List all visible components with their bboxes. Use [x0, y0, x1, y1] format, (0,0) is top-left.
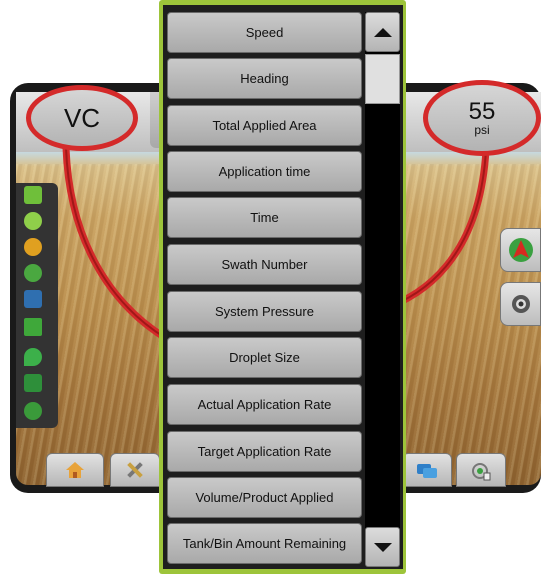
- menu-item-actual-application-rate[interactable]: Actual Application Rate: [167, 384, 362, 425]
- camera-icon: [511, 295, 530, 313]
- pressure-unit: psi: [474, 123, 490, 137]
- chevron-up-icon: [373, 27, 392, 37]
- home-tab[interactable]: [46, 453, 104, 487]
- scroll-down-button[interactable]: [365, 527, 400, 567]
- tools-icon: [127, 462, 143, 478]
- data-icon: [417, 464, 437, 478]
- section-icon[interactable]: [24, 264, 42, 282]
- menu-item-total-applied-area[interactable]: Total Applied Area: [167, 105, 362, 146]
- droplet-icon[interactable]: [24, 348, 42, 366]
- pressure-value: 55: [468, 98, 496, 125]
- link-icon[interactable]: [24, 402, 42, 420]
- menu-item-target-application-rate[interactable]: Target Application Rate: [167, 431, 362, 472]
- boom-status-icon[interactable]: [24, 186, 42, 204]
- bin-icon[interactable]: [24, 290, 42, 308]
- left-readout-value: VC: [63, 102, 101, 133]
- home-icon: [66, 462, 84, 478]
- chevron-down-icon: [373, 542, 392, 552]
- target-icon[interactable]: [24, 238, 42, 256]
- menu-item-speed[interactable]: Speed: [167, 12, 362, 53]
- menu-item-volume-product-applied[interactable]: Volume/Product Applied: [167, 477, 362, 518]
- scroll-up-button[interactable]: [365, 12, 400, 52]
- menu-item-heading[interactable]: Heading: [167, 58, 362, 99]
- menu-item-swath-number[interactable]: Swath Number: [167, 244, 362, 285]
- camera-button[interactable]: [500, 282, 541, 326]
- menu-item-system-pressure[interactable]: System Pressure: [167, 291, 362, 332]
- screen-capture: VC 55 psi Speed Heading Total Applied Ar…: [0, 0, 541, 574]
- data-tab[interactable]: [402, 453, 452, 487]
- menu-scrollbar-thumb[interactable]: [365, 54, 400, 104]
- menu-item-time[interactable]: Time: [167, 197, 362, 238]
- sprayer-icon[interactable]: [24, 374, 42, 392]
- pressure-readout-callout: 55 psi: [423, 80, 541, 156]
- navigation-arrow-icon: [508, 238, 533, 262]
- menu-item-application-time[interactable]: Application time: [167, 151, 362, 192]
- navigation-button[interactable]: [500, 228, 541, 272]
- menu-item-tank-bin-amount-remaining[interactable]: Tank/Bin Amount Remaining: [167, 523, 362, 564]
- guidance-icon[interactable]: [24, 318, 42, 336]
- tools-tab[interactable]: [110, 453, 160, 487]
- gps-tab[interactable]: [456, 453, 506, 487]
- left-readout-callout: VC: [26, 85, 138, 151]
- row-icon[interactable]: [24, 212, 42, 230]
- gps-icon: [472, 463, 491, 481]
- menu-item-droplet-size[interactable]: Droplet Size: [167, 337, 362, 378]
